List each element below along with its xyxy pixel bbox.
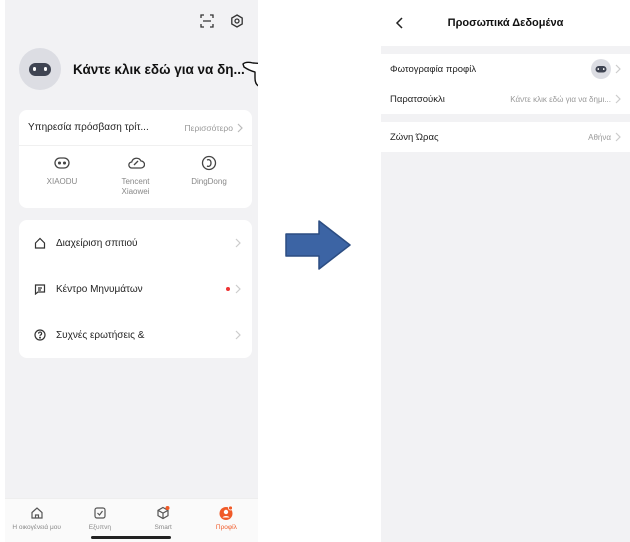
notification-dot: [226, 287, 230, 291]
tab-label: Εξυπνη: [88, 524, 111, 531]
tab-my-family[interactable]: Η οικογένειά μου: [7, 505, 67, 542]
dingdong-icon: [201, 154, 217, 172]
tab-profile[interactable]: Προφίλ: [196, 505, 256, 542]
menu-card: Διαχείριση σπιτιού Κέντρο Μηνυμάτων Συχν…: [19, 220, 252, 358]
pointing-hand-icon: [242, 61, 258, 87]
row-value: Κάντε κλικ εδώ για να δημι...: [510, 94, 622, 104]
chevron-right-icon: [615, 94, 621, 104]
service-label: Tencent Xiaowei: [121, 177, 150, 196]
profile-icon: [218, 505, 234, 521]
help-icon: [33, 329, 47, 341]
service-label: DingDong: [191, 177, 227, 186]
tab-label: Η οικογένειά μου: [12, 524, 61, 531]
menu-item-message-center[interactable]: Κέντρο Μηνυμάτων: [19, 266, 252, 312]
home-indicator: [91, 536, 171, 539]
settings-icon[interactable]: [228, 12, 246, 30]
service-dingdong[interactable]: DingDong: [174, 154, 244, 196]
page-title: Προσωπικά Δεδομένα: [447, 17, 564, 29]
xiaodu-icon: [54, 154, 70, 172]
row-label: Ζώνη Ώρας: [390, 131, 439, 143]
tab-label: Smart: [154, 524, 172, 531]
scan-icon[interactable]: [198, 12, 216, 30]
row-nickname[interactable]: Παρατσούκλι Κάντε κλικ εδώ για να δημι..…: [381, 84, 630, 114]
row-label: Φωτογραφία προφίλ: [390, 63, 477, 75]
menu-item-home-management[interactable]: Διαχείριση σπιτιού: [19, 220, 252, 266]
smart-cube-icon: [155, 505, 171, 521]
row-profile-photo[interactable]: Φωτογραφία προφίλ: [381, 54, 630, 84]
avatar-thumbnail: [591, 59, 611, 79]
menu-label: Κέντρο Μηνυμάτων: [56, 283, 143, 295]
menu-label: Συχνές ερωτήσεις &: [56, 329, 145, 341]
services-grid: XIAODU Tencent Xiaowei DingDong: [19, 146, 252, 196]
right-screen: Προσωπικά Δεδομένα Φωτογραφία προφίλ Παρ…: [381, 0, 630, 542]
service-label: XIAODU: [46, 177, 78, 186]
row-value: Αθήνα: [588, 132, 622, 142]
chevron-right-icon: [615, 132, 621, 142]
right-arrow-icon: [285, 220, 351, 270]
chevron-right-icon: [235, 284, 241, 294]
smart-scene-icon: [93, 505, 107, 521]
menu-label: Διαχείριση σπιτιού: [56, 237, 138, 249]
top-icons: [198, 12, 246, 30]
timezone-value: Αθήνα: [588, 132, 611, 142]
menu-item-faq[interactable]: Συχνές ερωτήσεις &: [19, 312, 252, 358]
third-party-services-card: Υπηρεσία πρόσβαση τρίτ... Περισσότερο XI…: [19, 110, 252, 208]
row-value: [591, 59, 622, 79]
nav-bar: Προσωπικά Δεδομένα: [381, 0, 630, 46]
service-xiaodu[interactable]: XIAODU: [27, 154, 97, 196]
row-label: Παρατσούκλι: [390, 93, 445, 105]
services-title: Υπηρεσία πρόσβαση τρίτ...: [28, 122, 149, 133]
chevron-right-icon: [615, 64, 621, 74]
profile-header[interactable]: Κάντε κλικ εδώ για να δη...: [19, 46, 248, 92]
profile-name[interactable]: Κάντε κλικ εδώ για να δη...: [73, 62, 245, 77]
services-more-link[interactable]: Περισσότερο: [185, 123, 244, 133]
message-icon: [33, 283, 47, 295]
home-outline-icon: [33, 237, 47, 249]
home-tab-icon: [30, 505, 44, 521]
left-screen: Κάντε κλικ εδώ για να δη... Υπηρεσία πρό…: [5, 0, 258, 542]
timezone-group: Ζώνη Ώρας Αθήνα: [381, 122, 630, 152]
more-label: Περισσότερο: [184, 122, 233, 133]
personal-info-group: Φωτογραφία προφίλ Παρατσούκλι Κάντε κλικ…: [381, 54, 630, 114]
tab-label: Προφίλ: [215, 524, 237, 531]
tencent-xiaowei-icon: [127, 154, 145, 172]
service-tencent-xiaowei[interactable]: Tencent Xiaowei: [101, 154, 171, 196]
chevron-right-icon: [235, 330, 241, 340]
services-header[interactable]: Υπηρεσία πρόσβαση τρίτ... Περισσότερο: [19, 110, 252, 146]
nickname-value: Κάντε κλικ εδώ για να δημι...: [510, 94, 611, 104]
row-timezone[interactable]: Ζώνη Ώρας Αθήνα: [381, 122, 630, 152]
back-icon[interactable]: [391, 14, 409, 32]
avatar[interactable]: [19, 48, 61, 90]
chevron-right-icon: [235, 238, 241, 248]
chevron-right-icon: [237, 123, 243, 132]
